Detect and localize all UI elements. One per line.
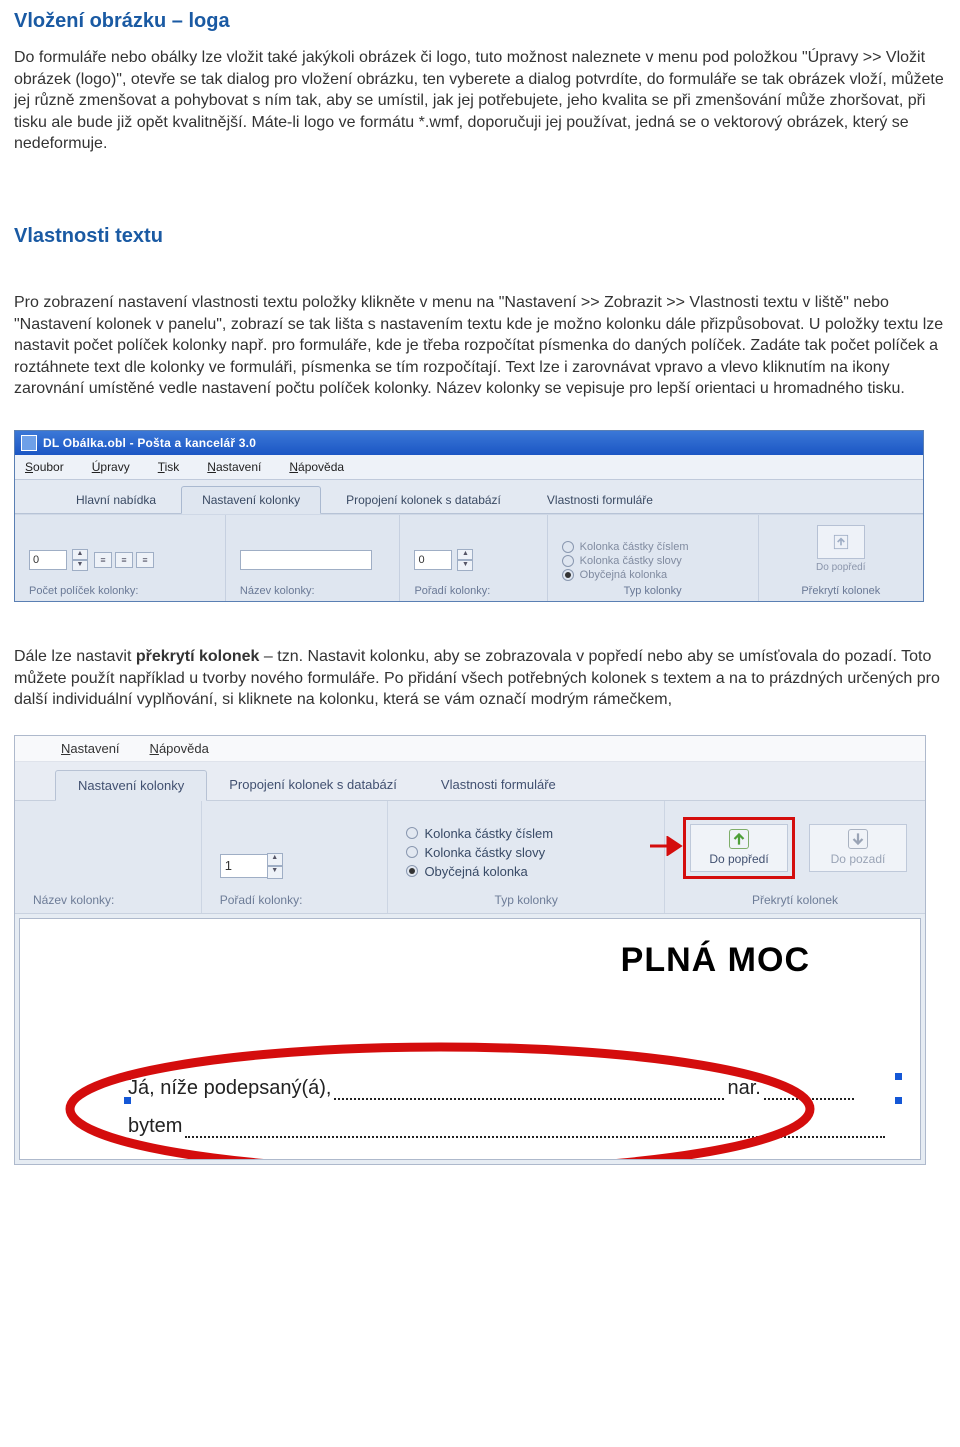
order-input-2[interactable]: 1 [220, 854, 268, 878]
menu-bar-2: Nastavení Nápověda [15, 736, 925, 762]
align-left-icon[interactable]: ≡ [94, 552, 112, 568]
align-right-icon[interactable]: ≡ [136, 552, 154, 568]
type2-words[interactable]: Kolonka částky slovy [424, 845, 545, 860]
spinner-down-icon[interactable]: ▼ [457, 560, 473, 571]
paragraph-text-properties: Pro zobrazení nastavení vlastnosti textu… [14, 292, 946, 400]
radio-icon[interactable] [562, 541, 574, 553]
label2-type: Typ kolonky [406, 893, 646, 907]
spinner-up-icon[interactable]: ▲ [267, 853, 283, 866]
align-center-icon[interactable]: ≡ [115, 552, 133, 568]
tab-form-properties[interactable]: Vlastnosti formuláře [526, 486, 674, 513]
bring-to-front-button-2[interactable]: Do popředí [690, 824, 788, 872]
group-overlap: Do popředí Překrytí kolonek [759, 515, 923, 601]
group2-name: Název kolonky: [15, 801, 202, 913]
tab-strip-2: Nastavení kolonky Propojení kolonek s da… [15, 762, 925, 801]
selection-handle[interactable] [895, 1097, 902, 1104]
menu-help[interactable]: Nápověda [289, 460, 344, 474]
radio-icon[interactable] [406, 865, 418, 877]
app-icon [21, 435, 37, 451]
order-spinner-2[interactable]: ▲ ▼ [267, 853, 283, 879]
arrow-down-icon [848, 829, 868, 849]
tab-db-link[interactable]: Propojení kolonek s databází [325, 486, 522, 513]
window-title: DL Obálka.obl - Pošta a kancelář 3.0 [43, 436, 256, 450]
group-column-type: Kolonka částky číslem Kolonka částky slo… [548, 515, 759, 601]
field-count-input[interactable]: 0 [29, 550, 67, 570]
order-spinner[interactable]: ▲ ▼ [457, 549, 473, 571]
btn-back-label: Do pozadí [831, 852, 886, 866]
p3-b: překrytí kolonek [136, 648, 260, 665]
label-overlap: Překrytí kolonek [773, 585, 909, 597]
paragraph-insert-image: Do formuláře nebo obálky lze vložit také… [14, 47, 946, 155]
type2-number[interactable]: Kolonka částky číslem [424, 826, 553, 841]
type-option-number[interactable]: Kolonka částky číslem [580, 541, 689, 553]
type2-plain[interactable]: Obyčejná kolonka [424, 864, 527, 879]
screenshot-editor: Nastavení Nápověda Nastavení kolonky Pro… [14, 735, 926, 1165]
label-column-name: Název kolonky: [240, 585, 386, 597]
group2-type: Kolonka částky číslem Kolonka částky slo… [388, 801, 665, 913]
group-column-name: Název kolonky: [226, 515, 401, 601]
menu-bar: Soubor Úpravy Tisk Nastavení Nápověda [15, 455, 923, 480]
menu-help-2[interactable]: Nápověda [150, 741, 209, 756]
menu-print[interactable]: Tisk [158, 460, 180, 474]
group2-overlap: Do popředí Do pozadí Překrytí kolonek [665, 801, 925, 913]
tab-db-link-2[interactable]: Propojení kolonek s databází [207, 770, 419, 800]
toolbar-row: 0 ▲ ▼ ≡ ≡ ≡ Počet políček kolonky: Název… [15, 514, 923, 601]
type-option-words[interactable]: Kolonka částky slovy [580, 555, 682, 567]
selection-handle[interactable] [895, 1073, 902, 1080]
bring-to-front-button[interactable] [817, 525, 865, 559]
arrow-up-green-icon [729, 829, 749, 849]
group2-order: 1 ▲ ▼ Pořadí kolonky: [202, 801, 389, 913]
label2-order: Pořadí kolonky: [220, 893, 370, 907]
type-radio-list-2: Kolonka částky číslem Kolonka částky slo… [406, 826, 646, 879]
label-column-type: Typ kolonky [562, 585, 744, 597]
form-page[interactable]: PLNÁ MOC Já, níže podepsaný(á), nar. byt… [19, 918, 921, 1160]
spinner-down-icon[interactable]: ▼ [267, 866, 283, 879]
tab-column-settings[interactable]: Nastavení kolonky [181, 486, 321, 514]
menu-edit[interactable]: Úpravy [92, 460, 130, 474]
send-to-back-button[interactable]: Do pozadí [809, 824, 907, 872]
heading-text-properties: Vlastnosti textu [14, 225, 946, 248]
spinner-up-icon[interactable]: ▲ [72, 549, 88, 560]
radio-icon[interactable] [562, 555, 574, 567]
btn-fore-label: Do popředí [709, 852, 768, 866]
form-design-area: PLNÁ MOC Já, níže podepsaný(á), nar. byt… [15, 913, 925, 1164]
foreground-label: Do popředí [816, 562, 865, 573]
tab-column-settings-2[interactable]: Nastavení kolonky [55, 770, 207, 801]
tab-strip: Hlavní nabídka Nastavení kolonky Propoje… [15, 480, 923, 514]
heading-insert-image: Vložení obrázku – loga [14, 10, 946, 33]
panel-row-2: Název kolonky: 1 ▲ ▼ Pořadí kolonky: Kol… [15, 801, 925, 913]
form-title: PLNÁ MOC [621, 941, 810, 980]
type-option-plain[interactable]: Obyčejná kolonka [580, 569, 667, 581]
menu-settings[interactable]: Nastavení [207, 460, 261, 474]
tab-form-properties-2[interactable]: Vlastnosti formuláře [419, 770, 578, 800]
screenshot-toolbar: DL Obálka.obl - Pošta a kancelář 3.0 Sou… [14, 430, 924, 602]
label-column-order: Pořadí kolonky: [414, 585, 532, 597]
spinner-up-icon[interactable]: ▲ [457, 549, 473, 560]
type-radio-list: Kolonka částky číslem Kolonka částky slo… [562, 541, 689, 581]
red-ellipse-annotation [60, 1039, 820, 1160]
red-highlight-box: Do popředí [683, 817, 795, 879]
label2-overlap: Překrytí kolonek [683, 893, 907, 907]
menu-file[interactable]: Soubor [25, 460, 64, 474]
window-titlebar: DL Obálka.obl - Pošta a kancelář 3.0 [15, 431, 923, 455]
label2-name: Název kolonky: [33, 893, 183, 907]
group-field-count: 0 ▲ ▼ ≡ ≡ ≡ Počet políček kolonky: [15, 515, 226, 601]
spinner-down-icon[interactable]: ▼ [72, 560, 88, 571]
paragraph-overlap: Dále lze nastavit překrytí kolonek – tzn… [14, 646, 946, 711]
arrow-up-icon [831, 532, 851, 552]
column-order-input[interactable]: 0 [414, 550, 452, 570]
tab-main-menu[interactable]: Hlavní nabídka [55, 486, 177, 513]
column-name-input[interactable] [240, 550, 372, 570]
menu-settings-2[interactable]: Nastavení [61, 741, 120, 756]
align-icons: ≡ ≡ ≡ [94, 552, 154, 568]
p3-a: Dále lze nastavit [14, 648, 136, 665]
group-column-order: 0 ▲ ▼ Pořadí kolonky: [400, 515, 547, 601]
radio-icon[interactable] [562, 569, 574, 581]
radio-icon[interactable] [406, 827, 418, 839]
red-arrow-icon [650, 836, 684, 856]
field-count-spinner[interactable]: ▲ ▼ [72, 549, 88, 571]
radio-icon[interactable] [406, 846, 418, 858]
label-field-count: Počet políček kolonky: [29, 585, 211, 597]
